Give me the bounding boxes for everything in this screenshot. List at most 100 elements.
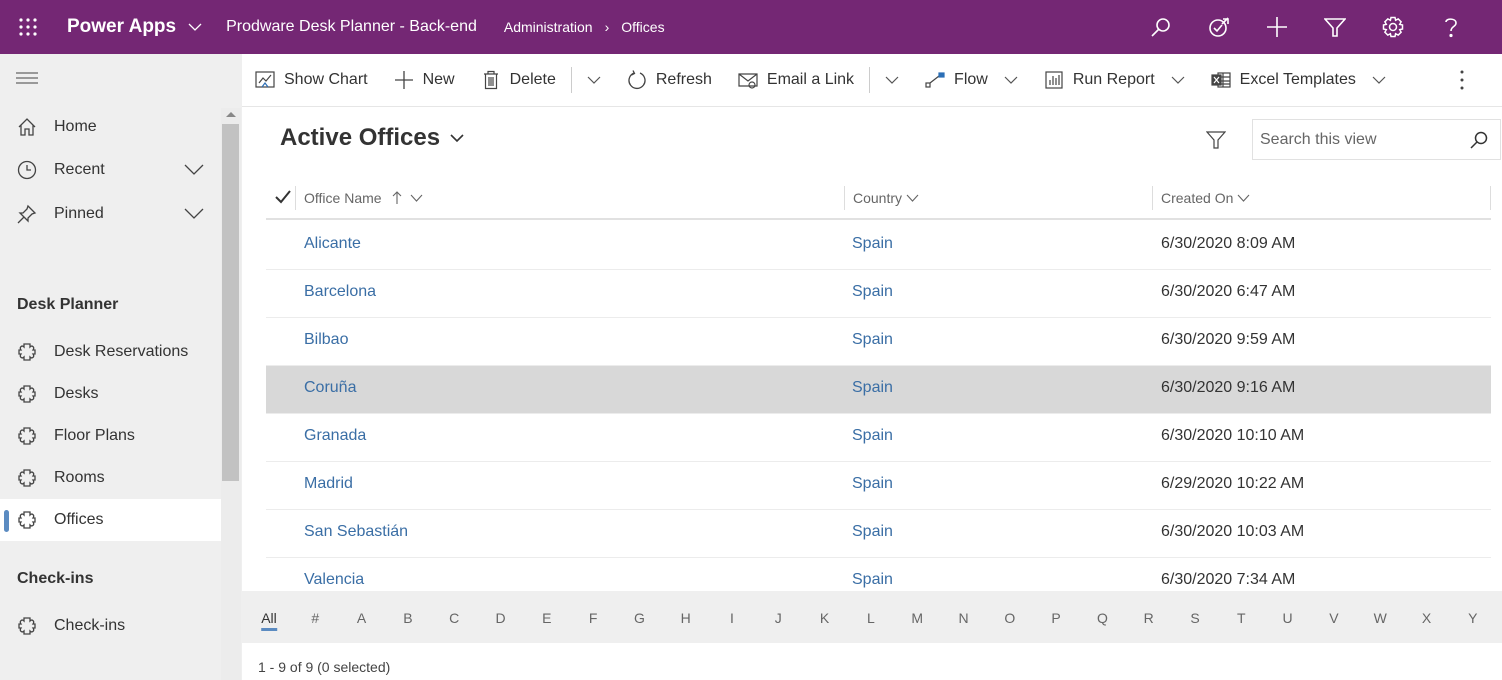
column-header-office-name[interactable]: Office Name [295,186,423,210]
jump-bar-letter[interactable]: P [1051,610,1060,626]
sidebar-item-rooms[interactable]: Rooms [0,457,221,499]
jump-bar-letter[interactable]: Y [1468,610,1477,626]
excel-icon [1211,72,1231,88]
jump-bar-letter[interactable]: V [1329,610,1338,626]
scrollbar-thumb[interactable] [222,124,239,481]
jump-bar-letter[interactable]: K [820,610,829,626]
sidebar-item-offices[interactable]: Offices [0,499,221,541]
country-link[interactable]: Spain [852,331,893,349]
table-row[interactable]: San Sebastián Spain 6/30/2020 10:03 AM [266,510,1491,558]
jump-bar-letter[interactable]: R [1144,610,1154,626]
jump-bar-letter[interactable]: D [495,610,505,626]
run-report-button[interactable]: Run Report [1031,54,1198,107]
table-row-selected[interactable]: Coruña Spain 6/30/2020 9:16 AM [266,366,1491,414]
jump-bar-letter[interactable]: X [1422,610,1431,626]
email-link-more-button[interactable] [872,54,912,107]
new-button[interactable] [1248,0,1306,54]
sidebar-item-recent[interactable]: Recent [0,149,221,191]
chevron-down-icon[interactable] [184,208,204,220]
jump-bar-letter[interactable]: # [311,610,319,626]
jump-bar-letter[interactable]: U [1283,610,1293,626]
search-input[interactable] [1260,128,1460,152]
chevron-down-icon[interactable] [184,164,204,176]
office-name-link[interactable]: Coruña [304,379,356,397]
country-link[interactable]: Spain [852,523,893,541]
jump-bar-letter[interactable]: Q [1097,610,1108,626]
office-name-link[interactable]: Barcelona [304,283,376,301]
jump-bar-letter[interactable]: G [634,610,645,626]
jump-bar-letter[interactable]: J [775,610,782,626]
show-chart-button[interactable]: Show Chart [242,54,381,107]
jump-bar-letter[interactable]: E [542,610,551,626]
column-header-created-on[interactable]: Created On [1152,186,1250,210]
jump-bar-letter[interactable]: W [1374,610,1387,626]
chevron-down-icon[interactable] [188,20,202,34]
office-name-link[interactable]: Madrid [304,475,353,493]
select-all-checkmark-icon[interactable] [275,190,291,204]
assistant-button[interactable] [1190,0,1248,54]
filter-icon[interactable] [1206,130,1226,150]
jump-bar-letter[interactable]: O [1004,610,1015,626]
sidebar-item-check-ins[interactable]: Check-ins [0,605,221,647]
country-link[interactable]: Spain [852,427,893,445]
view-selector[interactable]: Active Offices [280,124,464,152]
scroll-up-icon[interactable] [226,112,236,117]
jump-bar-letter[interactable]: F [589,610,598,626]
table-row[interactable]: Bilbao Spain 6/30/2020 9:59 AM [266,318,1491,366]
jump-bar-letter[interactable]: T [1237,610,1246,626]
breadcrumb-offices[interactable]: Offices [621,19,664,35]
jump-bar-letter[interactable]: H [681,610,691,626]
jump-bar-letter[interactable]: N [958,610,968,626]
country-link[interactable]: Spain [852,475,893,493]
app-name[interactable]: Power Apps [67,16,176,38]
table-row[interactable]: Alicante Spain 6/30/2020 8:09 AM [266,222,1491,270]
office-name-link[interactable]: Alicante [304,235,361,253]
created-on-cell: 6/29/2020 10:22 AM [1161,475,1305,492]
jump-bar-letter[interactable]: C [449,610,459,626]
app-launcher-button[interactable] [0,0,56,54]
email-link-button[interactable]: Email a Link [725,54,867,107]
table-row[interactable]: Madrid Spain 6/29/2020 10:22 AM [266,462,1491,510]
sidebar-item-floor-plans[interactable]: Floor Plans [0,415,221,457]
jump-bar-letter[interactable]: A [357,610,366,626]
jump-bar-letter[interactable]: S [1190,610,1199,626]
delete-button[interactable]: Delete [468,54,569,107]
advanced-find-button[interactable] [1306,0,1364,54]
sidebar-item-desks[interactable]: Desks [0,373,221,415]
office-name-link[interactable]: Valencia [304,571,364,589]
delete-more-button[interactable] [574,54,614,107]
country-link[interactable]: Spain [852,379,893,397]
jump-bar-letter[interactable]: I [730,610,734,626]
jump-bar-all[interactable]: All [261,610,277,631]
settings-button[interactable] [1364,0,1422,54]
new-record-button[interactable]: New [381,54,468,107]
office-name-link[interactable]: San Sebastián [304,523,408,541]
sidebar-scrollbar[interactable] [221,108,241,680]
office-name-link[interactable]: Granada [304,427,366,445]
more-commands-icon[interactable] [1452,68,1472,92]
country-link[interactable]: Spain [852,235,893,253]
column-header-country[interactable]: Country [844,186,919,210]
table-row[interactable]: Barcelona Spain 6/30/2020 6:47 AM [266,270,1491,318]
table-row[interactable]: Granada Spain 6/30/2020 10:10 AM [266,414,1491,462]
excel-templates-button[interactable]: Excel Templates [1198,54,1399,107]
breadcrumb-administration[interactable]: Administration [504,19,593,35]
hamburger-menu-icon[interactable] [16,72,38,84]
assistant-icon [1209,17,1229,37]
country-link[interactable]: Spain [852,571,893,589]
help-button[interactable] [1422,0,1480,54]
sidebar-item-desk-reservations[interactable]: Desk Reservations [0,331,221,373]
flow-button[interactable]: Flow [912,54,1031,107]
refresh-button[interactable]: Refresh [614,54,725,107]
office-name-link[interactable]: Bilbao [304,331,348,349]
country-link[interactable]: Spain [852,283,893,301]
jump-bar-letter[interactable]: M [911,610,923,626]
sidebar-item-home[interactable]: Home [0,106,221,148]
search-button[interactable] [1132,0,1190,54]
sidebar-item-pinned[interactable]: Pinned [0,193,221,235]
puzzle-icon [18,385,36,403]
jump-bar-letter[interactable]: L [867,610,875,626]
divider [869,67,871,93]
search-icon[interactable] [1470,131,1488,149]
jump-bar-letter[interactable]: B [403,610,412,626]
